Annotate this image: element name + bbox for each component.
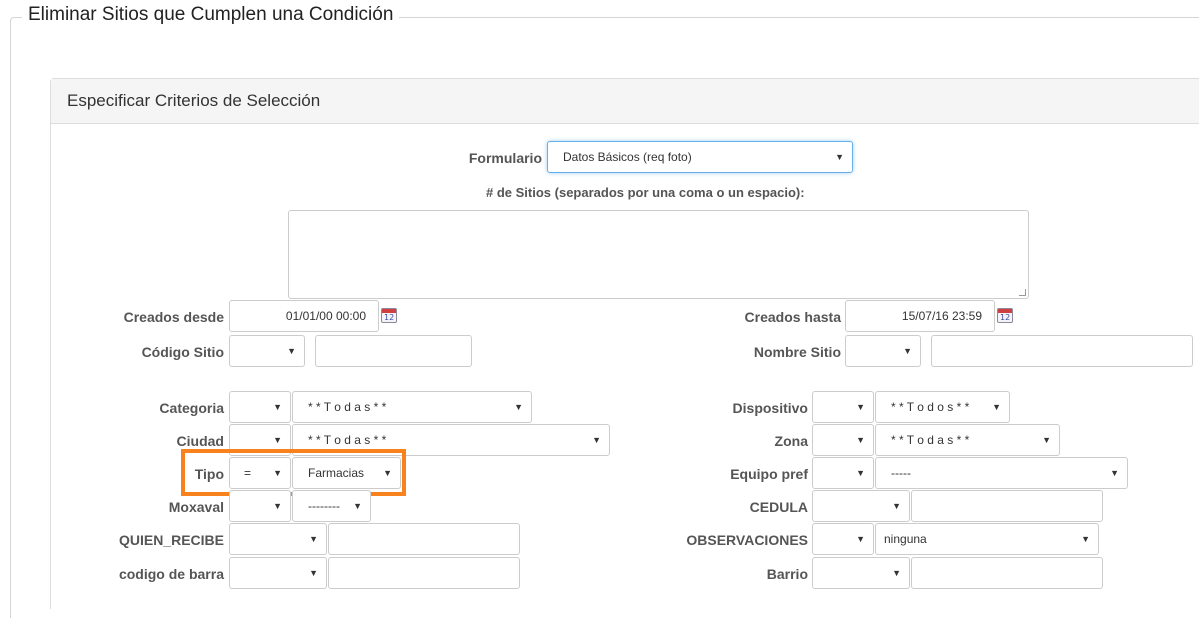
chevron-down-icon: ▼ bbox=[1042, 435, 1051, 445]
panel-title: Especificar Criterios de Selección bbox=[67, 91, 321, 110]
chevron-down-icon: ▼ bbox=[273, 402, 282, 412]
zona-op-select[interactable]: ▼ bbox=[812, 424, 874, 456]
chevron-down-icon: ▼ bbox=[856, 435, 865, 445]
creados-hasta-input[interactable]: 15/07/16 23:59 bbox=[845, 300, 995, 332]
chevron-down-icon: ▼ bbox=[309, 568, 318, 578]
chevron-down-icon: ▼ bbox=[309, 534, 318, 544]
cedula-label: CEDULA bbox=[749, 499, 808, 515]
moxaval-op-select[interactable]: ▼ bbox=[229, 490, 291, 522]
chevron-down-icon: ▼ bbox=[273, 435, 282, 445]
calendar-icon[interactable]: 12 bbox=[997, 308, 1013, 323]
quien-recibe-label: QUIEN_RECIBE bbox=[118, 532, 224, 548]
page-title: Eliminar Sitios que Cumplen una Condició… bbox=[22, 4, 400, 26]
equipo-pref-select[interactable]: ----- ▼ bbox=[875, 457, 1128, 489]
zona-label: Zona bbox=[774, 433, 808, 449]
observaciones-label: OBSERVACIONES bbox=[686, 532, 808, 548]
codigo-sitio-label: Código Sitio bbox=[141, 344, 224, 360]
categoria-label: Categoria bbox=[159, 400, 224, 416]
equipo-pref-op-select[interactable]: ▼ bbox=[812, 457, 874, 489]
chevron-down-icon: ▼ bbox=[856, 402, 865, 412]
sitios-textarea[interactable] bbox=[288, 210, 1029, 299]
chevron-down-icon: ▼ bbox=[514, 402, 523, 412]
cedula-input[interactable] bbox=[911, 490, 1103, 522]
sitios-label: # de Sitios (separados por una coma o un… bbox=[486, 185, 805, 200]
creados-desde-input[interactable]: 01/01/00 00:00 bbox=[229, 300, 379, 332]
categoria-select[interactable]: * * T o d a s * * ▼ bbox=[292, 391, 532, 423]
dispositivo-op-select[interactable]: ▼ bbox=[812, 391, 874, 423]
chevron-down-icon: ▼ bbox=[892, 568, 901, 578]
chevron-down-icon: ▼ bbox=[353, 501, 362, 511]
moxaval-label: Moxaval bbox=[168, 499, 224, 515]
quien-recibe-op-select[interactable]: ▼ bbox=[229, 523, 327, 555]
codigo-barra-label: codigo de barra bbox=[118, 566, 224, 582]
observaciones-op-select[interactable]: ▼ bbox=[812, 523, 874, 555]
cedula-op-select[interactable]: ▼ bbox=[812, 490, 910, 522]
nombre-sitio-input[interactable] bbox=[931, 335, 1193, 367]
chevron-down-icon: ▼ bbox=[856, 468, 865, 478]
barrio-input[interactable] bbox=[911, 557, 1103, 589]
chevron-down-icon: ▼ bbox=[1110, 468, 1119, 478]
panel-header: Especificar Criterios de Selección bbox=[51, 79, 1199, 124]
chevron-down-icon: ▼ bbox=[892, 501, 901, 511]
moxaval-select[interactable]: -------- ▼ bbox=[292, 490, 371, 522]
categoria-op-select[interactable]: ▼ bbox=[229, 391, 291, 423]
formulario-label: Formulario bbox=[468, 150, 542, 166]
nombre-sitio-op-select[interactable]: ▼ bbox=[845, 335, 921, 367]
zona-select[interactable]: * * T o d a s * * ▼ bbox=[875, 424, 1060, 456]
chevron-down-icon: ▼ bbox=[1081, 534, 1090, 544]
nombre-sitio-label: Nombre Sitio bbox=[753, 344, 841, 360]
barrio-op-select[interactable]: ▼ bbox=[812, 557, 910, 589]
dispositivo-select[interactable]: * * T o d o s * * ▼ bbox=[875, 391, 1010, 423]
codigo-barra-op-select[interactable]: ▼ bbox=[229, 557, 327, 589]
codigo-sitio-input[interactable] bbox=[315, 335, 472, 367]
creados-hasta-label: Creados hasta bbox=[744, 309, 841, 325]
chevron-down-icon: ▼ bbox=[592, 435, 601, 445]
chevron-down-icon: ▼ bbox=[835, 152, 844, 162]
ciudad-label: Ciudad bbox=[176, 433, 224, 449]
equipo-pref-label: Equipo pref bbox=[730, 466, 808, 482]
chevron-down-icon: ▼ bbox=[287, 346, 296, 356]
formulario-select[interactable]: Datos Básicos (req foto) ▼ bbox=[547, 141, 853, 173]
codigo-sitio-op-select[interactable]: ▼ bbox=[229, 335, 305, 367]
chevron-down-icon: ▼ bbox=[856, 534, 865, 544]
calendar-icon[interactable]: 12 bbox=[381, 308, 397, 323]
codigo-barra-input[interactable] bbox=[328, 557, 520, 589]
resize-handle-icon[interactable] bbox=[1019, 289, 1026, 296]
quien-recibe-input[interactable] bbox=[328, 523, 520, 555]
tipo-highlight-box bbox=[181, 449, 406, 496]
chevron-down-icon: ▼ bbox=[992, 402, 1001, 412]
barrio-label: Barrio bbox=[766, 566, 808, 582]
creados-desde-label: Creados desde bbox=[123, 309, 224, 325]
chevron-down-icon: ▼ bbox=[903, 346, 912, 356]
chevron-down-icon: ▼ bbox=[273, 501, 282, 511]
observaciones-select[interactable]: ninguna ▼ bbox=[875, 523, 1099, 555]
dispositivo-label: Dispositivo bbox=[732, 400, 808, 416]
